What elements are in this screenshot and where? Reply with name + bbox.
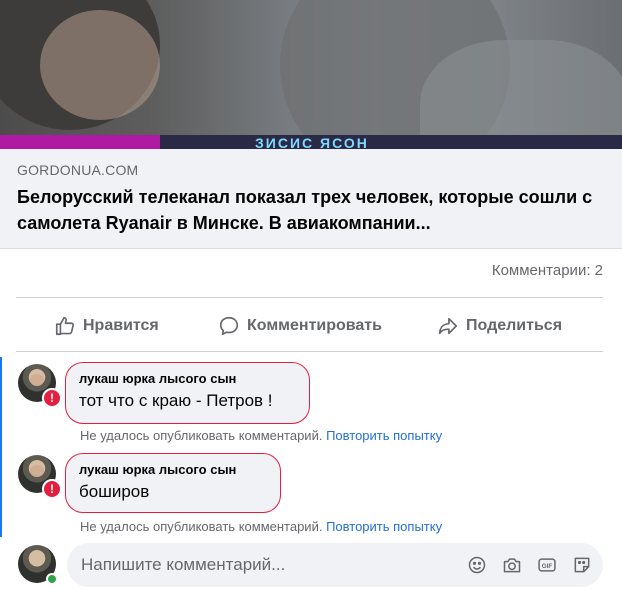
image-shape [420, 40, 622, 149]
comment-text: тот что с краю - Петров ! [79, 391, 273, 410]
link-preview-domain: GORDONUA.COM [17, 162, 139, 178]
comments-count[interactable]: Комментарии: 2 [492, 262, 603, 279]
avatar-face [30, 374, 44, 386]
like-label: Нравится [83, 316, 159, 334]
comment-text: боширов [79, 482, 150, 501]
link-preview-meta[interactable]: GORDONUA.COM Белорусский телеканал показ… [0, 149, 622, 249]
online-status-icon [46, 573, 58, 585]
gif-icon[interactable]: GIF [536, 554, 558, 576]
like-button[interactable]: Нравится [54, 298, 159, 353]
link-preview-title[interactable]: Белорусский телеканал показал трех челов… [17, 184, 607, 236]
emoji-icon[interactable] [466, 554, 488, 576]
link-preview-image[interactable]: ЗИСИС ЯСОН [0, 0, 622, 149]
comment-bubble[interactable]: лукаш юрка лысого сын боширов [65, 453, 281, 513]
error-icon: ! [42, 388, 62, 408]
avatar-face [30, 465, 44, 477]
share-button[interactable]: Поделиться [437, 298, 562, 353]
comment-error-text: Не удалось опубликовать комментарий. [80, 428, 323, 443]
error-icon: ! [42, 479, 62, 499]
comment-author[interactable]: лукаш юрка лысого сын [79, 371, 296, 386]
image-caption-text: ЗИСИС ЯСОН [255, 135, 369, 149]
image-shape [40, 10, 160, 120]
svg-text:GIF: GIF [542, 563, 553, 570]
sticker-icon[interactable] [571, 554, 593, 576]
composer-icons: GIF [466, 554, 593, 576]
comment-error-line: Не удалось опубликовать комментарий. Пов… [80, 519, 442, 534]
speech-bubble-icon [219, 316, 239, 335]
comment-label: Комментировать [247, 316, 382, 334]
share-label: Поделиться [466, 316, 563, 334]
comment-composer: GIF [18, 543, 605, 587]
comment-author[interactable]: лукаш юрка лысого сын [79, 462, 267, 477]
camera-icon[interactable] [501, 554, 523, 576]
post-actions-bar: Нравится Комментировать Поделиться [16, 297, 603, 352]
retry-link[interactable]: Повторить попытку [326, 428, 442, 443]
thumbs-up-icon [55, 316, 75, 335]
comment-error-line: Не удалось опубликовать комментарий. Пов… [80, 428, 442, 443]
retry-link[interactable]: Повторить попытку [326, 519, 442, 534]
comment-thread-indicator [0, 357, 2, 537]
share-arrow-icon [438, 317, 458, 334]
comment-bubble[interactable]: лукаш юрка лысого сын тот что с краю - П… [65, 362, 310, 424]
comment-error-text: Не удалось опубликовать комментарий. [80, 519, 323, 534]
image-caption-accent [0, 135, 160, 149]
